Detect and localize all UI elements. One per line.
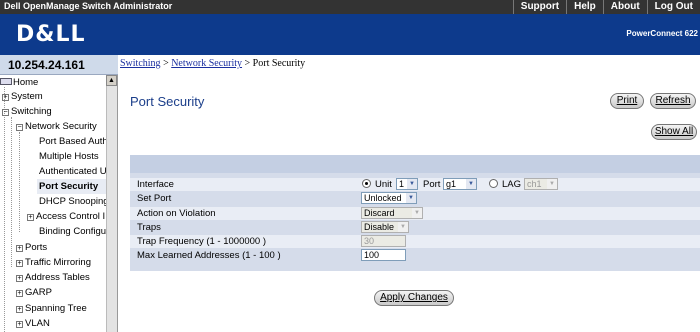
top-links: Support Help About Log Out (512, 0, 700, 14)
page-title: Port Security (130, 94, 205, 109)
unit-select[interactable]: 1 ▼ (396, 178, 418, 190)
sidebar-item-vlan[interactable]: + VLAN (16, 316, 50, 331)
expand-icon[interactable]: + (16, 260, 23, 267)
trap-frequency-input[interactable]: 30 (361, 235, 406, 247)
model-name: PowerConnect 622 (626, 29, 698, 38)
sidebar-item-network-security[interactable]: − Network Security (16, 119, 97, 134)
tree-line (4, 87, 5, 332)
sidebar-item-access-control[interactable]: + Access Control I (27, 209, 105, 224)
port-select[interactable]: g1 ▼ (443, 178, 477, 190)
sidebar-item-address-tables[interactable]: + Address Tables (16, 270, 90, 285)
action-row: Action on Violation Discard ▼ (130, 207, 700, 220)
chevron-down-icon: ▼ (412, 208, 422, 218)
sidebar-item-garp[interactable]: + GARP (16, 285, 52, 300)
breadcrumb-separator: > (160, 58, 172, 69)
support-link[interactable]: Support (512, 0, 566, 14)
trap-frequency-label: Trap Frequency (1 - 1000000 ) (137, 236, 267, 247)
app-title: Dell OpenManage Switch Administrator (4, 1, 173, 11)
main-content: Port Security Print Refresh Show All Int… (118, 75, 700, 332)
breadcrumb-current: > Port Security (242, 58, 306, 69)
ip-address-bar: 10.254.24.161 (0, 55, 118, 75)
breadcrumb-switching-link[interactable]: Switching (120, 58, 161, 69)
sidebar-item-port-based-auth[interactable]: Port Based Auth (39, 134, 108, 149)
action-on-violation-select[interactable]: Discard ▼ (361, 207, 423, 219)
tree-line (11, 117, 12, 267)
collapse-icon[interactable]: − (2, 109, 9, 116)
top-bar: Dell OpenManage Switch Administrator Sup… (0, 0, 700, 14)
apply-changes-button[interactable]: Apply Changes (374, 290, 454, 306)
print-button[interactable]: Print (610, 93, 644, 109)
chevron-down-icon: ▼ (547, 179, 557, 189)
tree-line (19, 132, 20, 232)
scroll-up-icon[interactable]: ▲ (106, 75, 117, 86)
expand-icon[interactable]: + (16, 275, 23, 282)
max-learned-addresses-label: Max Learned Addresses (1 - 100 ) (137, 250, 281, 261)
sidebar-item-spanning-tree[interactable]: + Spanning Tree (16, 301, 87, 316)
chevron-down-icon: ▼ (466, 179, 476, 189)
port-security-form: Interface Unit 1 ▼ Port g1 ▼ LAG ch1 ▼ Set … (130, 155, 700, 271)
sidebar-scrollbar[interactable]: ▲ (106, 75, 117, 332)
set-port-select[interactable]: Unlocked ▼ (361, 192, 417, 204)
chevron-down-icon: ▼ (406, 193, 416, 203)
about-link[interactable]: About (602, 0, 647, 14)
sidebar-item-home[interactable]: Home (0, 75, 38, 90)
sidebar-item-dhcp-snooping[interactable]: DHCP Snooping (39, 194, 109, 209)
breadcrumb-bar: Switching > Network Security > Port Secu… (118, 55, 700, 75)
unit-port-radio[interactable] (362, 179, 371, 188)
breadcrumb-network-security-link[interactable]: Network Security (171, 58, 242, 69)
traps-select[interactable]: Disable ▼ (361, 221, 409, 233)
sidebar-item-port-security[interactable]: Port Security (37, 179, 106, 194)
home-icon (0, 78, 12, 85)
traps-row: Traps Disable ▼ (130, 221, 700, 234)
sidebar-item-binding-configuration[interactable]: Binding Configur (39, 224, 109, 239)
max-learned-row: Max Learned Addresses (1 - 100 ) 100 (130, 249, 700, 262)
unit-label: Unit (375, 179, 392, 190)
expand-icon[interactable]: + (16, 306, 23, 313)
collapse-icon[interactable]: − (16, 124, 23, 131)
port-label: Port (423, 179, 441, 190)
chevron-down-icon: ▼ (407, 179, 417, 189)
set-port-label: Set Port (137, 193, 172, 204)
expand-icon[interactable]: + (16, 245, 23, 252)
brand-bar: D&LL PowerConnect 622 (0, 14, 700, 55)
sidebar-item-switching[interactable]: − Switching (2, 104, 52, 119)
lag-label: LAG (502, 179, 522, 190)
trap-frequency-row: Trap Frequency (1 - 1000000 ) 30 (130, 235, 700, 248)
lag-radio[interactable] (489, 179, 498, 188)
refresh-button[interactable]: Refresh (650, 93, 696, 109)
chevron-down-icon: ▼ (398, 222, 408, 232)
action-on-violation-label: Action on Violation (137, 208, 216, 219)
sidebar-item-ports[interactable]: + Ports (16, 240, 47, 255)
expand-icon[interactable]: + (16, 321, 23, 328)
ip-address: 10.254.24.161 (8, 58, 85, 72)
form-header (130, 155, 700, 173)
expand-icon[interactable]: + (2, 94, 9, 101)
sidebar-item-authenticated-users[interactable]: Authenticated U (39, 164, 107, 179)
traps-label: Traps (137, 222, 161, 233)
logout-link[interactable]: Log Out (646, 0, 700, 14)
set-port-row: Set Port Unlocked ▼ (130, 192, 700, 205)
dell-logo: D&LL (16, 22, 86, 47)
breadcrumb: Switching > Network Security > Port Secu… (120, 58, 305, 69)
expand-icon[interactable]: + (16, 290, 23, 297)
show-all-button[interactable]: Show All (651, 124, 697, 140)
interface-label: Interface (137, 179, 174, 190)
interface-row: Interface Unit 1 ▼ Port g1 ▼ LAG ch1 ▼ (130, 178, 700, 191)
sidebar-item-traffic-mirroring[interactable]: + Traffic Mirroring (16, 255, 91, 270)
lag-select[interactable]: ch1 ▼ (524, 178, 558, 190)
sidebar-item-system[interactable]: + System (2, 89, 43, 104)
expand-icon[interactable]: + (27, 214, 34, 221)
help-link[interactable]: Help (566, 0, 603, 14)
sidebar-item-multiple-hosts[interactable]: Multiple Hosts (39, 149, 99, 164)
max-learned-addresses-input[interactable]: 100 (361, 249, 406, 261)
sidebar-tree[interactable]: Home + System − Switching − Network Securit… (0, 75, 118, 332)
